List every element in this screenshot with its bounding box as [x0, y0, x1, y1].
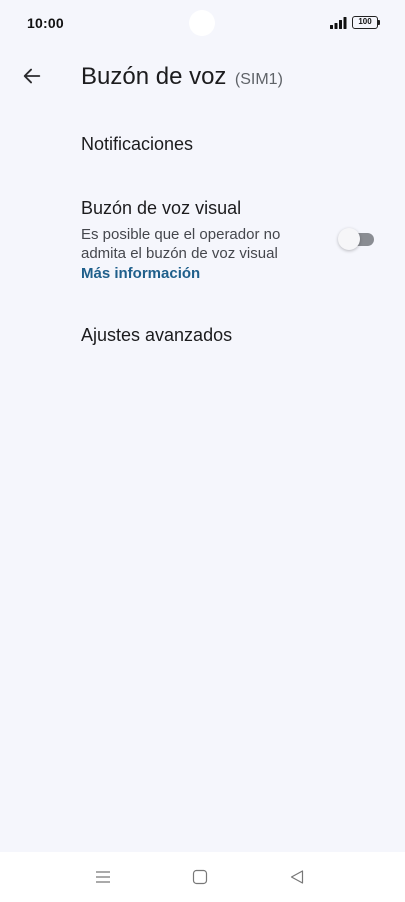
setting-visual-voicemail[interactable]: Buzón de voz visual Es posible que el op…	[81, 198, 381, 283]
square-home-icon	[192, 869, 208, 885]
nav-back-button[interactable]	[287, 867, 307, 887]
page-title-main: Buzón de voz	[81, 63, 227, 90]
page-title: Buzón de voz (SIM1)	[81, 63, 283, 91]
arrow-back-icon	[23, 68, 41, 84]
setting-advanced-label: Ajustes avanzados	[81, 325, 233, 345]
battery-icon: 100	[352, 16, 380, 29]
setting-notifications-label: Notificaciones	[81, 134, 194, 154]
back-button[interactable]	[14, 58, 50, 94]
more-info-link[interactable]: Más información	[81, 264, 381, 283]
page-title-sim: (SIM1)	[234, 71, 283, 88]
setting-notifications[interactable]: Notificaciones	[81, 134, 381, 155]
status-time: 10:00	[27, 15, 64, 31]
setting-advanced[interactable]: Ajustes avanzados	[81, 325, 381, 346]
cellular-signal-icon	[330, 17, 347, 29]
visual-voicemail-toggle[interactable]	[338, 228, 376, 250]
nav-menu-button[interactable]	[93, 867, 113, 887]
app-bar: Buzón de voz (SIM1)	[0, 52, 405, 102]
nav-home-button[interactable]	[190, 867, 210, 887]
camera-cutout	[189, 10, 215, 36]
menu-lines-icon	[96, 871, 110, 883]
battery-level: 100	[358, 17, 372, 26]
triangle-back-icon	[290, 870, 304, 884]
status-bar: 10:00 100	[0, 0, 405, 48]
navigation-bar	[0, 852, 405, 902]
toggle-thumb	[338, 228, 360, 250]
setting-visual-voicemail-label: Buzón de voz visual	[81, 198, 242, 218]
setting-visual-voicemail-summary: Es posible que el operador no admita el …	[81, 226, 281, 262]
